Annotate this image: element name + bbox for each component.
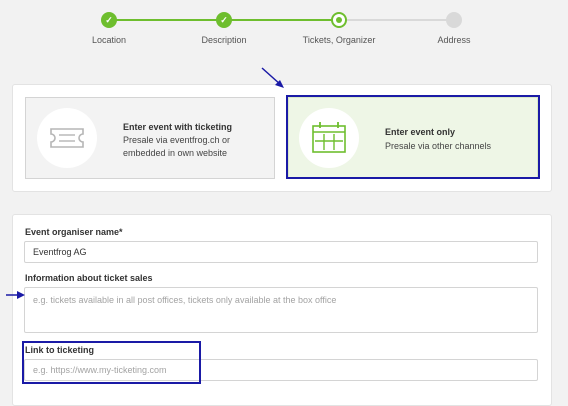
ticket-icon: [50, 128, 84, 148]
option-event-only[interactable]: Enter event only Presale via other chann…: [288, 97, 538, 179]
calendar-icon-circle: [299, 108, 359, 168]
step-description-dot[interactable]: ✓: [216, 12, 232, 28]
option-event-only-description: Presale via other channels: [385, 141, 492, 151]
ticket-icon-circle: [37, 108, 97, 168]
step-address-label: Address: [437, 35, 471, 45]
ticketing-link-label: Link to ticketing: [25, 345, 95, 355]
step-address-dot: [446, 12, 462, 28]
organiser-name-input[interactable]: [24, 241, 538, 263]
progress-stepper: ✓ Location ✓ Description Tickets, Organi…: [0, 0, 568, 60]
option-with-ticketing-description: Presale via eventfrog.ch or embedded in …: [123, 135, 231, 158]
step-location-label[interactable]: Location: [92, 35, 126, 45]
step-tickets-organizer-label: Tickets, Organizer: [302, 35, 376, 45]
option-with-ticketing[interactable]: Enter event with ticketing Presale via e…: [25, 97, 275, 179]
check-icon: ✓: [220, 15, 228, 25]
ticketing-link-input[interactable]: [24, 359, 538, 381]
stepper-track-todo: [339, 19, 454, 21]
step-tickets-organizer-dot: [331, 12, 347, 28]
organiser-name-label: Event organiser name*: [25, 227, 123, 237]
option-with-ticketing-title: Enter event with ticketing: [123, 122, 233, 132]
calendar-icon: [312, 122, 346, 153]
option-event-only-title: Enter event only: [385, 127, 456, 137]
ticket-sales-textarea[interactable]: [24, 287, 538, 333]
check-icon: ✓: [105, 15, 113, 25]
step-description-label[interactable]: Description: [201, 35, 246, 45]
step-location-dot[interactable]: ✓: [101, 12, 117, 28]
ticket-sales-label: Information about ticket sales: [25, 273, 153, 283]
